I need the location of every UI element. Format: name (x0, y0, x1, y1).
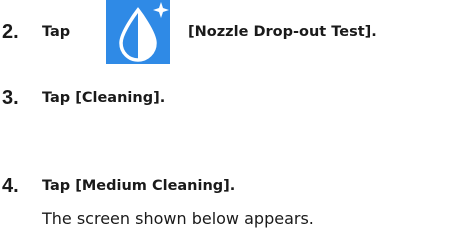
step-number: 3. (2, 87, 19, 109)
step-text-before-icon: Tap (42, 24, 71, 40)
step-number: 4. (2, 175, 19, 197)
step-4: 4. Tap [Medium Cleaning]. The screen sho… (0, 170, 464, 240)
step-3: 3. Tap [Cleaning]. (0, 82, 464, 122)
step-number: 2. (2, 21, 19, 43)
step-2: 2. Tap [Nozzle Drop-out Test]. (0, 0, 464, 64)
step-text: Tap [Medium Cleaning]. (42, 178, 236, 194)
nozzle-drop-out-test-icon (106, 0, 170, 64)
step-subtext: The screen shown below appears. (42, 209, 314, 228)
step-text: Tap [Cleaning]. (42, 90, 166, 106)
step-text-after-icon: [Nozzle Drop-out Test]. (188, 24, 377, 40)
